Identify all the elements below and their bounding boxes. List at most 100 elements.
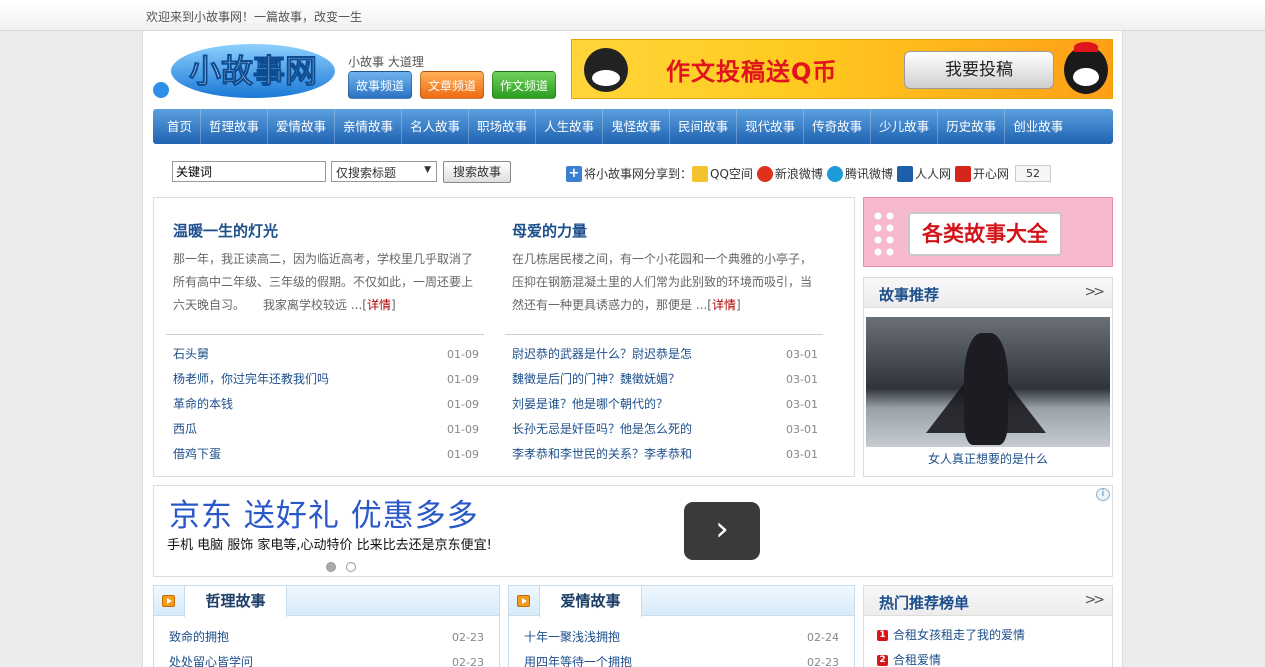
nav-item[interactable]: 少儿故事 xyxy=(871,109,939,144)
story-link[interactable]: 十年一聚浅浅拥抱 xyxy=(524,630,620,644)
nav-item[interactable]: 鬼怪故事 xyxy=(603,109,671,144)
story-link[interactable]: 借鸡下蛋 xyxy=(173,447,221,461)
details-link[interactable]: 详情 xyxy=(367,298,391,312)
story-link[interactable]: 石头舅 xyxy=(173,347,209,361)
penguin-icon xyxy=(1064,42,1108,94)
story-list: 尉迟恭的武器是什么？尉迟恭是怎 03-01 魏徵是后门的门神？魏徵妩媚？ 03-01… xyxy=(505,342,823,467)
list-item[interactable]: 革命的本钱 01-09 xyxy=(166,392,484,417)
site-logo[interactable]: 小故事网 xyxy=(153,39,337,101)
excerpt-text: 那一年，我正读高二，因为临近高考，学校里几乎取消了所有高中二年级、三年级的假期。… xyxy=(173,252,474,312)
story-link[interactable]: 处处留心皆学问 xyxy=(169,655,253,667)
story-link[interactable]: 西瓜 xyxy=(173,422,197,436)
list-item[interactable]: 处处留心皆学问 02-23 xyxy=(154,650,499,667)
search-input[interactable] xyxy=(172,161,326,182)
nav-item[interactable]: 现代故事 xyxy=(737,109,805,144)
nav-item[interactable]: 历史故事 xyxy=(938,109,1006,144)
channel-stories-button[interactable]: 故事频道 xyxy=(348,71,412,99)
submission-banner[interactable]: 作文投稿送Q币 我要投稿 xyxy=(571,39,1113,99)
carousel-dot[interactable] xyxy=(326,562,336,572)
list-item[interactable]: 用四年等待一个拥抱 02-23 xyxy=(509,650,854,667)
story-link[interactable]: 革命的本钱 xyxy=(173,397,233,411)
share-tqq[interactable]: 腾讯微博 xyxy=(826,165,893,182)
story-link[interactable]: 魏徵是后门的门神？魏徵妩媚？ xyxy=(512,372,680,386)
story-list: 十年一聚浅浅拥抱 02-24 用四年等待一个拥抱 02-23 xyxy=(509,616,854,667)
carousel-dot[interactable] xyxy=(346,562,356,572)
list-item[interactable]: 石头舅 01-09 xyxy=(166,342,484,367)
ad-subline[interactable]: 手机 电脑 服饰 家电等,心动特价 比来比去还是京东便宜! xyxy=(167,534,492,553)
featured-title[interactable]: 温暖一生的灯光 xyxy=(173,220,278,241)
share-plus-icon[interactable]: + xyxy=(566,165,582,182)
nav-item[interactable]: 亲情故事 xyxy=(335,109,403,144)
double-chevron-right-icon[interactable]: >> xyxy=(1085,592,1106,608)
list-item[interactable]: 致命的拥抱 02-23 xyxy=(154,625,499,650)
panel-tab[interactable]: 哲理故事 xyxy=(184,586,287,617)
story-date: 01-09 xyxy=(447,448,479,461)
story-date: 03-01 xyxy=(786,398,818,411)
channel-articles-button[interactable]: 文章频道 xyxy=(420,71,484,99)
list-item[interactable]: 西瓜 01-09 xyxy=(166,417,484,442)
double-chevron-right-icon[interactable]: >> xyxy=(1085,284,1106,300)
hot-link[interactable]: 合租女孩租走了我的爱情 xyxy=(893,623,1025,648)
hot-link[interactable]: 合租爱情 xyxy=(893,648,941,667)
philosophy-panel: 哲理故事 致命的拥抱 02-23 处处留心皆学问 02-23 xyxy=(153,585,500,667)
story-date: 02-23 xyxy=(452,656,484,667)
story-link[interactable]: 尉迟恭的武器是什么？尉迟恭是怎 xyxy=(512,347,692,361)
list-item[interactable]: 借鸡下蛋 01-09 xyxy=(166,442,484,467)
list-item[interactable]: 尉迟恭的武器是什么？尉迟恭是怎 03-01 xyxy=(505,342,823,367)
nav-item[interactable]: 创业故事 xyxy=(1005,109,1071,144)
story-date: 01-09 xyxy=(447,398,479,411)
featured-title[interactable]: 母爱的力量 xyxy=(512,220,587,241)
qzone-icon xyxy=(692,165,709,182)
story-collection-banner[interactable]: 各类故事大全 xyxy=(863,197,1113,267)
play-icon xyxy=(162,595,175,607)
list-item[interactable]: 2 合租爱情 xyxy=(864,648,1112,667)
nav-item[interactable]: 爱情故事 xyxy=(268,109,336,144)
list-item[interactable]: 李孝恭和李世民的关系？李孝恭和 03-01 xyxy=(505,442,823,467)
banner-text: 作文投稿送Q币 xyxy=(666,58,838,86)
advertisement[interactable]: 京东 送好礼 优惠多多 手机 电脑 服饰 家电等,心动特价 比来比去还是京东便宜… xyxy=(153,485,1113,577)
story-link[interactable]: 李孝恭和李世民的关系？李孝恭和 xyxy=(512,447,692,461)
channel-essays-button[interactable]: 作文频道 xyxy=(492,71,556,99)
recommend-image[interactable] xyxy=(866,317,1110,447)
list-item[interactable]: 魏徵是后门的门神？魏徵妩媚？ 03-01 xyxy=(505,367,823,392)
nav-item[interactable]: 职场故事 xyxy=(469,109,537,144)
divider xyxy=(166,334,484,335)
share-weibo[interactable]: 新浪微博 xyxy=(756,165,823,182)
nav-item[interactable]: 哲理故事 xyxy=(201,109,269,144)
submit-article-button[interactable]: 我要投稿 xyxy=(904,51,1054,89)
rank-badge: 1 xyxy=(877,630,888,641)
story-link[interactable]: 长孙无忌是奸臣吗？他是怎么死的 xyxy=(512,422,692,436)
story-link[interactable]: 杨老师，你过完年还教我们吗 xyxy=(173,372,329,386)
search-button[interactable]: 搜索故事 xyxy=(443,161,511,183)
nav-item[interactable]: 民间故事 xyxy=(670,109,738,144)
share-renren-label: 人人网 xyxy=(914,167,951,181)
share-weibo-label: 新浪微博 xyxy=(774,167,823,181)
nav-item[interactable]: 名人故事 xyxy=(402,109,470,144)
top-bar: 欢迎来到小故事网！一篇故事，改变一生 xyxy=(0,0,1265,31)
nav-item[interactable]: 人生故事 xyxy=(536,109,604,144)
excerpt-text: 在几栋居民楼之间，有一个小花园和一个典雅的小亭子，压抑在钢筋混凝土里的人们常为此… xyxy=(512,252,813,312)
list-item[interactable]: 十年一聚浅浅拥抱 02-24 xyxy=(509,625,854,650)
story-link[interactable]: 刘晏是谁？他是哪个朝代的？ xyxy=(512,397,668,411)
search-scope-select[interactable]: 仅搜索标题 ▼ xyxy=(331,161,437,182)
story-link[interactable]: 致命的拥抱 xyxy=(169,630,229,644)
share-renren[interactable]: 人人网 xyxy=(896,165,951,182)
share-kaixin-label: 开心网 xyxy=(972,167,1009,181)
share-kaixin[interactable]: 开心网 xyxy=(954,165,1009,182)
share-qzone[interactable]: QQ空间 xyxy=(692,165,753,182)
nav-item[interactable]: 传奇故事 xyxy=(804,109,872,144)
panel-tab[interactable]: 爱情故事 xyxy=(539,586,642,617)
ad-info-icon[interactable]: i xyxy=(1096,488,1110,501)
list-item[interactable]: 1 合租女孩租走了我的爱情 xyxy=(864,623,1112,648)
story-list: 致命的拥抱 02-23 处处留心皆学问 02-23 xyxy=(154,616,499,667)
list-item[interactable]: 长孙无忌是奸臣吗？他是怎么死的 03-01 xyxy=(505,417,823,442)
story-link[interactable]: 用四年等待一个拥抱 xyxy=(524,655,632,667)
details-link[interactable]: 详情 xyxy=(712,298,736,312)
list-item[interactable]: 刘晏是谁？他是哪个朝代的？ 03-01 xyxy=(505,392,823,417)
ad-headline[interactable]: 京东 送好礼 优惠多多 xyxy=(169,490,479,535)
recommend-title: 故事推荐 xyxy=(879,286,940,304)
nav-item[interactable]: 首页 xyxy=(159,109,202,144)
list-item[interactable]: 杨老师，你过完年还教我们吗 01-09 xyxy=(166,367,484,392)
ad-next-button[interactable]: › xyxy=(684,502,760,560)
recommend-caption[interactable]: 女人真正想要的是什么 xyxy=(864,450,1112,467)
